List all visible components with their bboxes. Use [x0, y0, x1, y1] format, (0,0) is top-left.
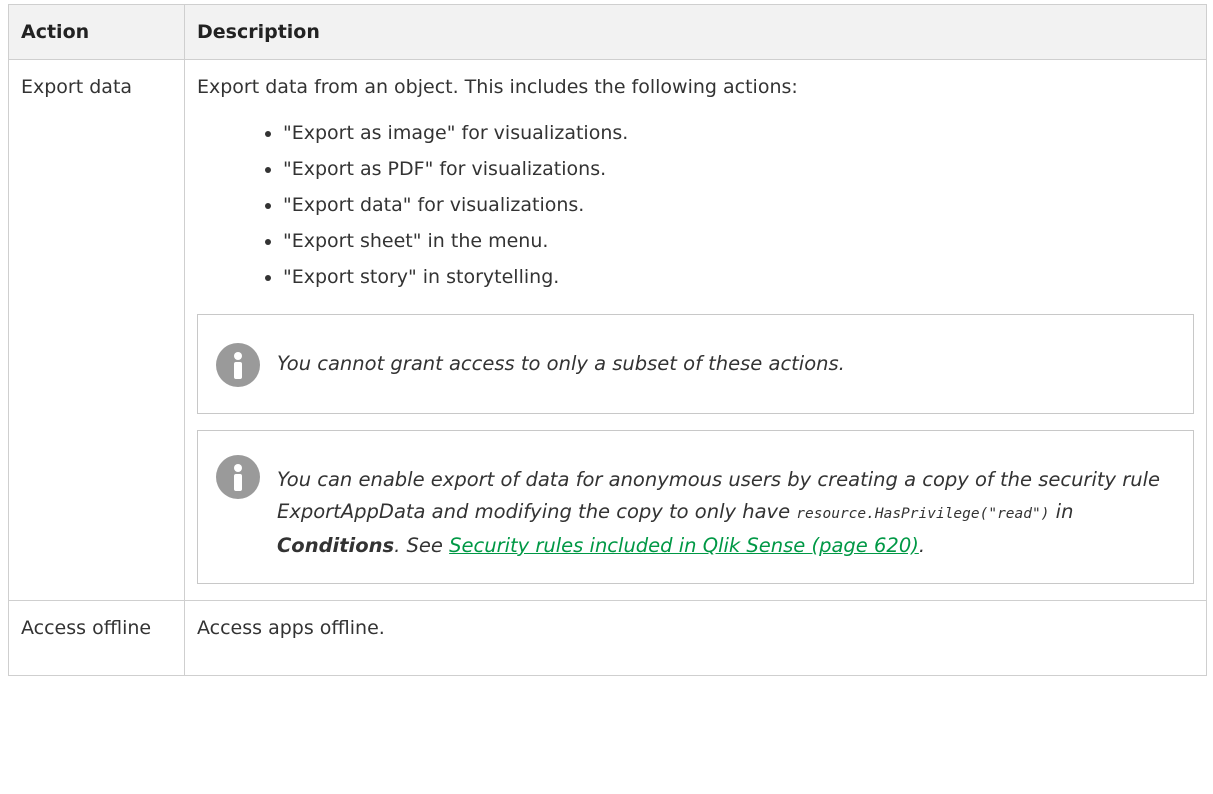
permissions-table: Action Description Export data Export da…	[8, 4, 1207, 676]
list-item: "Export as image" for visualizations.	[265, 115, 1194, 151]
note-text-part: . See	[394, 534, 443, 557]
description-intro: Export data from an object. This include…	[197, 76, 798, 98]
column-header-description: Description	[184, 4, 1207, 60]
list-item: "Export story" in storytelling.	[265, 259, 1194, 295]
note-text-part: in	[1055, 500, 1074, 523]
info-note-text: You cannot grant access to only a subset…	[277, 352, 845, 375]
table-row: Export data Export data from an object. …	[8, 59, 1207, 601]
list-item-text: "Export sheet" in the menu.	[283, 230, 549, 252]
info-note: You cannot grant access to only a subset…	[197, 314, 1194, 414]
bullet-icon	[265, 167, 271, 173]
code-snippet: resource.HasPrivilege("read")	[796, 506, 1050, 522]
list-item: "Export as PDF" for visualizations.	[265, 151, 1194, 187]
list-item-text: "Export data" for visualizations.	[283, 194, 585, 216]
info-note: You can enable export of data for anonym…	[197, 430, 1194, 584]
list-item-text: "Export story" in storytelling.	[283, 266, 560, 288]
table-row: Access offline Access apps offline.	[8, 600, 1207, 676]
action-cell: Export data	[8, 59, 185, 601]
list-item: "Export data" for visualizations.	[265, 187, 1194, 223]
bullet-icon	[265, 203, 271, 209]
bullet-icon	[265, 239, 271, 245]
conditions-term: Conditions	[277, 534, 395, 557]
info-icon	[216, 455, 260, 499]
info-note-text: You can enable export of data for anonym…	[277, 464, 1177, 562]
table-header-row: Action Description	[8, 4, 1207, 60]
list-item-text: "Export as PDF" for visualizations.	[283, 158, 607, 180]
bullet-icon	[265, 131, 271, 137]
column-header-action: Action	[8, 4, 185, 60]
list-item-text: "Export as image" for visualizations.	[283, 122, 629, 144]
action-cell: Access offline	[8, 600, 185, 676]
description-cell: Access apps offline.	[184, 600, 1207, 676]
description-cell: Export data from an object. This include…	[184, 59, 1207, 601]
action-list: "Export as image" for visualizations. "E…	[197, 115, 1194, 295]
bullet-icon	[265, 275, 271, 281]
list-item: "Export sheet" in the menu.	[265, 223, 1194, 259]
security-rules-link[interactable]: Security rules included in Qlik Sense (p…	[449, 534, 919, 557]
note-text-part: .	[918, 534, 926, 557]
info-icon	[216, 343, 260, 387]
